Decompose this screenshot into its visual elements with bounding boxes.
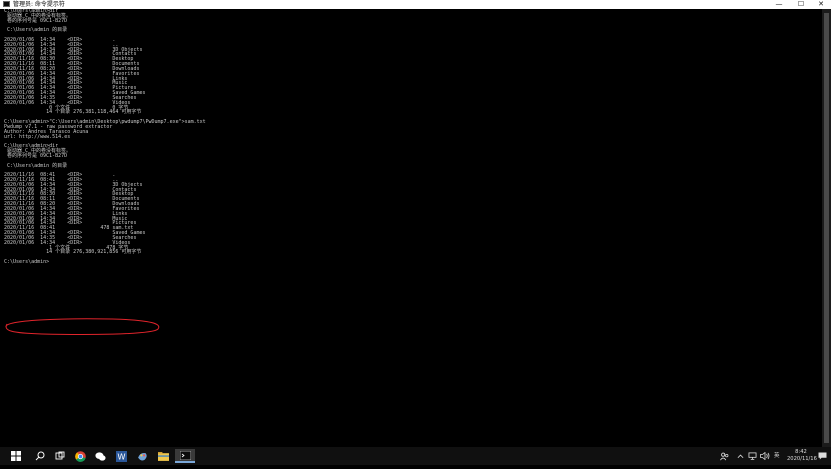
chrome-app[interactable] <box>72 449 88 463</box>
network-icon[interactable] <box>748 447 757 465</box>
minimize-button[interactable]: — <box>768 0 790 9</box>
chevron-up-icon[interactable] <box>737 447 744 465</box>
clock[interactable]: 8:42 2020/11/16 <box>787 449 817 463</box>
task-view-button[interactable] <box>52 449 68 463</box>
speaker-glyph-icon <box>760 451 770 461</box>
volume-icon[interactable] <box>760 447 770 465</box>
console-line: C:\Users\admin> <box>4 259 50 266</box>
title-bar: 管理员: 命令提示符 — ☐ ✕ <box>0 0 831 9</box>
notification-icon <box>818 452 827 460</box>
notification-center-button[interactable] <box>818 447 827 465</box>
search-button[interactable] <box>32 449 48 463</box>
wechat-icon <box>94 451 106 461</box>
word-app[interactable]: W <box>113 449 129 463</box>
chrome-icon <box>74 450 86 462</box>
svg-text:W: W <box>117 451 125 461</box>
start-button[interactable] <box>8 449 24 463</box>
search-icon <box>35 451 45 461</box>
scrollbar-thumb[interactable] <box>824 13 829 443</box>
word-icon: W <box>115 450 127 462</box>
console-output[interactable]: C:\Users\admin>dir 驱动器 C 中的卷没有标签。 卷的序列号是… <box>4 9 820 447</box>
people-glyph-icon <box>720 452 729 461</box>
maximize-button[interactable]: ☐ <box>790 0 812 9</box>
people-icon[interactable] <box>720 447 729 465</box>
terminal-icon <box>179 450 191 460</box>
console-scrollbar[interactable] <box>822 9 831 447</box>
clock-date: 2020/11/16 <box>787 456 817 462</box>
window-title: 管理员: 命令提示符 <box>13 1 65 8</box>
chevron-up-glyph-icon <box>737 454 744 459</box>
input-language[interactable]: 英 <box>774 447 780 465</box>
windows-logo-icon <box>11 451 21 461</box>
cmd-window-icon <box>3 1 10 7</box>
task-view-icon <box>55 451 65 460</box>
cmd-app[interactable] <box>175 449 195 463</box>
close-button[interactable]: ✕ <box>810 0 831 9</box>
network-glyph-icon <box>748 452 757 460</box>
paint-icon <box>137 452 147 461</box>
file-explorer-app[interactable] <box>155 449 171 463</box>
folder-icon <box>157 451 169 461</box>
clock-time: 8:42 <box>795 449 807 455</box>
paint-app[interactable] <box>134 449 150 463</box>
taskbar: W 英 8:42 2020/11/16 <box>0 447 831 465</box>
wechat-app[interactable] <box>92 449 108 463</box>
